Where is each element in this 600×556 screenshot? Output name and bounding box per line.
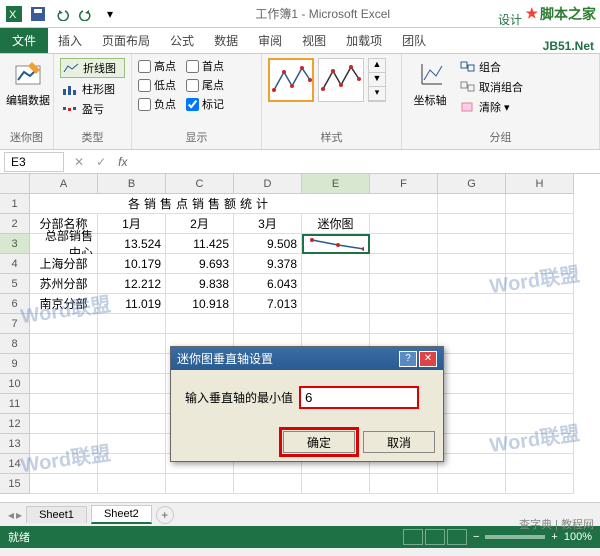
ribbon-group-show: 高点 低点 负点 首点 尾点 标记 显示 bbox=[132, 54, 262, 149]
footer-brand: 查字典 | 教程网 bbox=[519, 516, 594, 532]
axis-icon bbox=[414, 58, 446, 90]
fx-icon[interactable]: fx bbox=[112, 155, 133, 169]
ribbon-group-sparkline: 编辑数据 迷你图 bbox=[0, 54, 54, 149]
tab-review[interactable]: 审阅 bbox=[248, 28, 292, 53]
status-bar: 就绪 − + 100% bbox=[0, 526, 600, 548]
accept-icon[interactable]: ✓ bbox=[90, 153, 112, 171]
tab-team[interactable]: 团队 bbox=[392, 28, 436, 53]
chk-last[interactable]: 尾点 bbox=[186, 77, 224, 93]
dialog-titlebar[interactable]: 迷你图垂直轴设置 ? ✕ bbox=[171, 347, 443, 370]
col-F[interactable]: F bbox=[370, 174, 438, 194]
zoom-out-icon[interactable]: − bbox=[473, 531, 479, 543]
tab-file[interactable]: 文件 bbox=[0, 28, 48, 53]
brand-top: 脚本之家 bbox=[540, 4, 596, 24]
save-button[interactable] bbox=[28, 4, 48, 24]
cell-E3-sparkline[interactable] bbox=[302, 234, 370, 254]
sheet-tab-2[interactable]: Sheet2 bbox=[91, 505, 152, 524]
col-G[interactable]: G bbox=[438, 174, 506, 194]
branding: ★ 脚本之家 bbox=[525, 4, 596, 24]
dialog-ok-button[interactable]: 确定 bbox=[283, 431, 355, 453]
ungroup-button[interactable]: 取消组合 bbox=[458, 78, 525, 96]
group-button[interactable]: 组合 bbox=[458, 58, 525, 76]
zoom-in-icon[interactable]: + bbox=[551, 531, 557, 543]
dialog-label: 输入垂直轴的最小值 bbox=[185, 389, 293, 406]
dialog-min-input[interactable] bbox=[299, 386, 419, 409]
formula-input[interactable] bbox=[133, 152, 600, 171]
edit-data-icon bbox=[12, 58, 44, 90]
col-H[interactable]: H bbox=[506, 174, 574, 194]
tab-view[interactable]: 视图 bbox=[292, 28, 336, 53]
view-page-layout-icon[interactable] bbox=[425, 529, 445, 545]
excel-icon[interactable]: X bbox=[4, 4, 24, 24]
dialog-close-icon[interactable]: ✕ bbox=[419, 351, 437, 367]
axis-button[interactable]: 坐标轴 bbox=[408, 58, 452, 116]
formula-bar: ✕ ✓ fx bbox=[0, 150, 600, 174]
type-column-button[interactable]: 柱形图 bbox=[60, 80, 125, 98]
undo-button[interactable] bbox=[52, 4, 72, 24]
dialog-cancel-button[interactable]: 取消 bbox=[363, 431, 435, 453]
type-line-button[interactable]: 折线图 bbox=[60, 58, 125, 78]
sheet-nav[interactable]: ◂▸ bbox=[8, 508, 22, 522]
tab-page-layout[interactable]: 页面布局 bbox=[92, 28, 160, 53]
cell-title[interactable]: 各销售点销售额统计 bbox=[30, 194, 370, 214]
name-box[interactable] bbox=[4, 152, 64, 172]
col-D[interactable]: D bbox=[234, 174, 302, 194]
col-A[interactable]: A bbox=[30, 174, 98, 194]
redo-button[interactable] bbox=[76, 4, 96, 24]
brand-sub: JB51.Net bbox=[543, 39, 600, 53]
ribbon-group-type: 折线图 柱形图 盈亏 类型 bbox=[54, 54, 132, 149]
ribbon-group-group: 坐标轴 组合 取消组合 清除 ▾ 分组 bbox=[402, 54, 600, 149]
sheet-add-button[interactable]: + bbox=[156, 506, 174, 524]
sheet-tab-1[interactable]: Sheet1 bbox=[26, 506, 87, 523]
view-normal-icon[interactable] bbox=[403, 529, 423, 545]
qat-customize-dropdown[interactable]: ▾ bbox=[100, 4, 120, 24]
col-C[interactable]: C bbox=[166, 174, 234, 194]
chk-high[interactable]: 高点 bbox=[138, 58, 176, 74]
status-text: 就绪 bbox=[8, 529, 30, 545]
tab-design[interactable]: 设计 bbox=[488, 7, 532, 32]
style-swatch-2[interactable] bbox=[318, 58, 364, 102]
ribbon: 编辑数据 迷你图 折线图 柱形图 盈亏 类型 高点 低点 负点 首点 尾点 标记… bbox=[0, 54, 600, 150]
col-E[interactable]: E bbox=[302, 174, 370, 194]
row-2[interactable]: 2 bbox=[0, 214, 30, 234]
chk-low[interactable]: 低点 bbox=[138, 77, 176, 93]
sheet-tab-bar: ◂▸ Sheet1 Sheet2 + bbox=[0, 502, 600, 526]
edit-data-button[interactable]: 编辑数据 bbox=[6, 58, 50, 108]
ribbon-group-style: ▲▼▾ 样式 bbox=[262, 54, 402, 149]
row-3[interactable]: 3 bbox=[0, 234, 30, 254]
zoom-slider[interactable] bbox=[485, 535, 545, 539]
tab-insert[interactable]: 插入 bbox=[48, 28, 92, 53]
dialog-help-icon[interactable]: ? bbox=[399, 351, 417, 367]
quick-access-toolbar: X ▾ bbox=[4, 4, 120, 24]
dialog-title-text: 迷你图垂直轴设置 bbox=[177, 350, 273, 367]
svg-text:X: X bbox=[9, 9, 17, 21]
tab-data[interactable]: 数据 bbox=[204, 28, 248, 53]
col-B[interactable]: B bbox=[98, 174, 166, 194]
zoom-value[interactable]: 100% bbox=[564, 531, 592, 543]
cancel-icon[interactable]: ✕ bbox=[68, 153, 90, 171]
style-gallery-nav[interactable]: ▲▼▾ bbox=[368, 58, 386, 102]
chk-markers[interactable]: 标记 bbox=[186, 96, 224, 112]
chk-neg[interactable]: 负点 bbox=[138, 96, 176, 112]
chk-first[interactable]: 首点 bbox=[186, 58, 224, 74]
ribbon-tabs: 文件 插入 页面布局 公式 数据 审阅 视图 加载项 团队 设计 JB51.Ne… bbox=[0, 28, 600, 54]
style-swatch-1[interactable] bbox=[268, 58, 314, 102]
tab-formulas[interactable]: 公式 bbox=[160, 28, 204, 53]
type-winloss-button[interactable]: 盈亏 bbox=[60, 100, 125, 118]
vertical-axis-dialog: 迷你图垂直轴设置 ? ✕ 输入垂直轴的最小值 确定 取消 bbox=[170, 346, 444, 462]
select-all-corner[interactable] bbox=[0, 174, 30, 194]
window-title: 工作簿1 - Microsoft Excel bbox=[120, 5, 525, 22]
row-1[interactable]: 1 bbox=[0, 194, 30, 214]
view-page-break-icon[interactable] bbox=[447, 529, 467, 545]
tab-addins[interactable]: 加载项 bbox=[336, 28, 392, 53]
clear-button[interactable]: 清除 ▾ bbox=[458, 98, 525, 116]
